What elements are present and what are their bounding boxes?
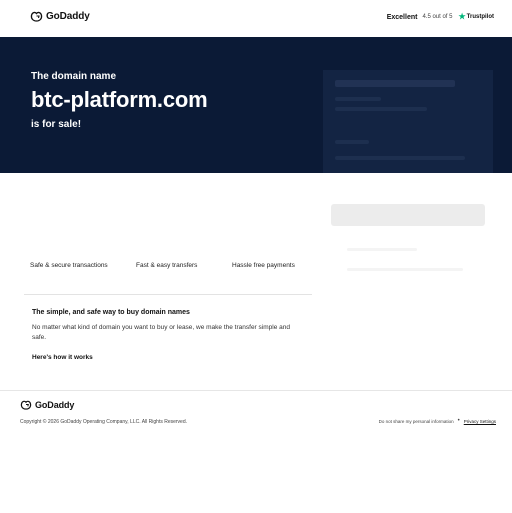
do-not-share-link[interactable]: Do not share my personal information (379, 419, 454, 424)
godaddy-logo-icon (20, 400, 32, 410)
feature-hassle-free-payments: Hassle free payments (232, 262, 295, 269)
offer-form-line-placeholder (335, 107, 427, 111)
domain-name-title: btc-platform.com (31, 87, 208, 112)
trustpilot-rating[interactable]: Excellent 4.5 out of 5 ★ Trustpilot (387, 13, 494, 21)
godaddy-logo-icon (30, 11, 43, 22)
info-title: The simple, and safe way to buy domain n… (32, 309, 190, 316)
link-separator: • (457, 418, 460, 424)
footer-logo-text: GoDaddy (35, 400, 75, 410)
copyright-text: Copyright © 2026 GoDaddy Operating Compa… (20, 419, 188, 425)
info-body: No matter what kind of domain you want t… (32, 324, 290, 341)
section-divider (24, 294, 312, 295)
logo-text: GoDaddy (46, 11, 90, 22)
feature-secure-transactions: Safe & secure transactions (30, 262, 108, 269)
hero-intro: The domain name (31, 71, 117, 82)
trustpilot-label: Trustpilot (466, 14, 494, 20)
privacy-settings-link[interactable]: Privacy Settings (464, 419, 496, 424)
site-header: GoDaddy Excellent 4.5 out of 5 ★ Trustpi… (0, 0, 512, 38)
star-icon: ★ (458, 12, 466, 21)
footer-links: Do not share my personal information • P… (379, 418, 496, 424)
site-footer: GoDaddy Copyright © 2026 GoDaddy Operati… (0, 390, 512, 513)
offer-form-line-placeholder (335, 156, 465, 160)
offer-submit-button[interactable] (331, 204, 485, 226)
feature-easy-transfers: Fast & easy transfers (136, 262, 198, 269)
offer-form-title-placeholder (335, 80, 455, 87)
offer-form-line-placeholder (335, 140, 369, 144)
offer-note-placeholder (347, 248, 417, 251)
trustpilot-badge: ★ Trustpilot (458, 13, 494, 21)
rating-label: Excellent (386, 13, 418, 21)
offer-form-line-placeholder (335, 97, 381, 101)
how-it-works-link[interactable]: Here's how it works (32, 354, 93, 361)
footer-godaddy-logo[interactable]: GoDaddy (20, 400, 74, 410)
offer-note-placeholder (347, 268, 463, 271)
offer-form-card (323, 70, 493, 276)
godaddy-logo[interactable]: GoDaddy (30, 11, 90, 22)
rating-value: 4.5 out of 5 (422, 14, 453, 20)
offer-form-header (323, 70, 493, 173)
for-sale-text: is for sale! (31, 119, 82, 130)
